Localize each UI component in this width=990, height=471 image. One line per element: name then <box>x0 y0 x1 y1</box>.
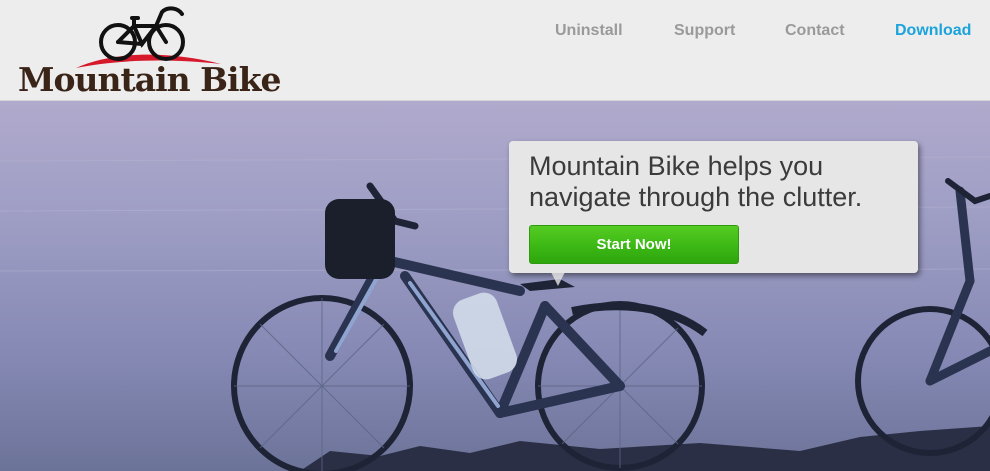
nav-download[interactable]: Download <box>895 22 971 44</box>
promo-callout: Mountain Bike helps you navigate through… <box>509 141 918 273</box>
hero-headline: Mountain Bike helps you navigate through… <box>529 151 863 212</box>
brand-logo[interactable]: Mountain Bike <box>16 4 281 99</box>
site-header: Mountain Bike Uninstall Support Contact … <box>0 0 990 101</box>
nav-contact[interactable]: Contact <box>785 22 845 44</box>
nav-support[interactable]: Support <box>674 22 735 44</box>
callout-pointer <box>551 272 565 286</box>
nav-uninstall[interactable]: Uninstall <box>555 22 623 44</box>
brand-name: Mountain Bike <box>18 60 281 99</box>
start-now-button[interactable]: Start Now! <box>529 225 739 264</box>
